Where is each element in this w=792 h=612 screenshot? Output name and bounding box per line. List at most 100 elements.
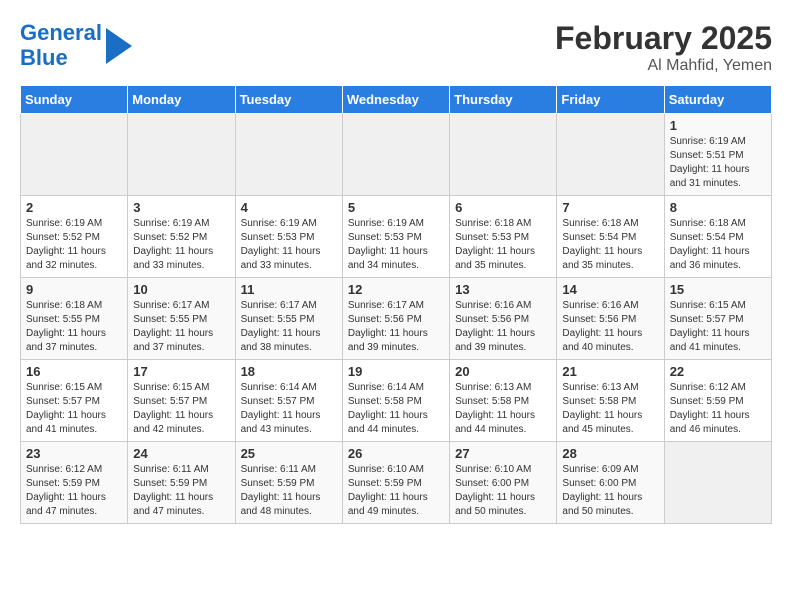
- calendar-week-row: 2 Sunrise: 6:19 AMSunset: 5:52 PMDaylight…: [21, 196, 772, 278]
- day-number: 25: [241, 446, 337, 461]
- calendar-cell: 6 Sunrise: 6:18 AMSunset: 5:53 PMDaylight…: [450, 196, 557, 278]
- cell-content: Sunrise: 6:18 AMSunset: 5:55 PMDaylight:…: [26, 299, 122, 355]
- calendar-cell: 5 Sunrise: 6:19 AMSunset: 5:53 PMDaylight…: [342, 196, 449, 278]
- day-number: 14: [562, 282, 658, 297]
- cell-content: Sunrise: 6:18 AMSunset: 5:53 PMDaylight:…: [455, 217, 551, 273]
- day-number: 17: [133, 364, 229, 379]
- cell-content: Sunrise: 6:13 AMSunset: 5:58 PMDaylight:…: [562, 381, 658, 437]
- logo-text: General Blue: [20, 20, 102, 71]
- cell-content: Sunrise: 6:10 AMSunset: 5:59 PMDaylight:…: [348, 463, 444, 519]
- day-number: 11: [241, 282, 337, 297]
- calendar-week-row: 9 Sunrise: 6:18 AMSunset: 5:55 PMDaylight…: [21, 278, 772, 360]
- cell-content: Sunrise: 6:14 AMSunset: 5:57 PMDaylight:…: [241, 381, 337, 437]
- calendar-cell: 7Sunrise: 6:18 AMSunset: 5:54 PMDaylight…: [557, 196, 664, 278]
- calendar-cell: 22 Sunrise: 6:12 AMSunset: 5:59 PMDayligh…: [664, 360, 771, 442]
- calendar-cell: 8 Sunrise: 6:18 AMSunset: 5:54 PMDaylight…: [664, 196, 771, 278]
- cell-content: Sunrise: 6:15 AMSunset: 5:57 PMDaylight:…: [26, 381, 122, 437]
- calendar-cell: 26 Sunrise: 6:10 AMSunset: 5:59 PMDayligh…: [342, 442, 449, 524]
- day-number: 18: [241, 364, 337, 379]
- cell-content: Sunrise: 6:19 AMSunset: 5:53 PMDaylight:…: [348, 217, 444, 273]
- day-number: 3: [133, 200, 229, 215]
- calendar-body: 1 Sunrise: 6:19 AMSunset: 5:51 PMDaylight…: [21, 114, 772, 524]
- cell-content: Sunrise: 6:18 AMSunset: 5:54 PMDaylight:…: [670, 217, 766, 273]
- day-number: 6: [455, 200, 551, 215]
- cell-content: Sunrise: 6:09 AMSunset: 6:00 PMDaylight:…: [562, 463, 658, 519]
- page-header: General Blue February 2025 Al Mahfid, Ye…: [20, 20, 772, 75]
- calendar-cell: 10 Sunrise: 6:17 AMSunset: 5:55 PMDayligh…: [128, 278, 235, 360]
- calendar-cell: 14Sunrise: 6:16 AMSunset: 5:56 PMDayligh…: [557, 278, 664, 360]
- calendar-cell: 9 Sunrise: 6:18 AMSunset: 5:55 PMDaylight…: [21, 278, 128, 360]
- calendar-cell: 15 Sunrise: 6:15 AMSunset: 5:57 PMDayligh…: [664, 278, 771, 360]
- day-number: 2: [26, 200, 122, 215]
- calendar-cell: 21 Sunrise: 6:13 AMSunset: 5:58 PMDayligh…: [557, 360, 664, 442]
- header-day: Thursday: [450, 86, 557, 114]
- day-number: 8: [670, 200, 766, 215]
- day-number: 23: [26, 446, 122, 461]
- cell-content: Sunrise: 6:11 AMSunset: 5:59 PMDaylight:…: [133, 463, 229, 519]
- day-number: 15: [670, 282, 766, 297]
- day-number: 16: [26, 364, 122, 379]
- day-number: 10: [133, 282, 229, 297]
- logo-general: General: [20, 20, 102, 45]
- cell-content: Sunrise: 6:14 AMSunset: 5:58 PMDaylight:…: [348, 381, 444, 437]
- header-day: Saturday: [664, 86, 771, 114]
- calendar-cell: 4 Sunrise: 6:19 AMSunset: 5:53 PMDaylight…: [235, 196, 342, 278]
- cell-content: Sunrise: 6:19 AMSunset: 5:51 PMDaylight:…: [670, 135, 766, 191]
- cell-content: Sunrise: 6:19 AMSunset: 5:53 PMDaylight:…: [241, 217, 337, 273]
- calendar-cell: [235, 114, 342, 196]
- cell-content: Sunrise: 6:17 AMSunset: 5:55 PMDaylight:…: [133, 299, 229, 355]
- header-day: Monday: [128, 86, 235, 114]
- day-number: 1: [670, 118, 766, 133]
- calendar-cell: 2Sunrise: 6:19 AMSunset: 5:52 PMDaylight…: [21, 196, 128, 278]
- day-number: 12: [348, 282, 444, 297]
- day-number: 13: [455, 282, 551, 297]
- day-number: 28: [562, 446, 658, 461]
- cell-content: Sunrise: 6:17 AMSunset: 5:56 PMDaylight:…: [348, 299, 444, 355]
- day-number: 20: [455, 364, 551, 379]
- calendar-week-row: 16 Sunrise: 6:15 AMSunset: 5:57 PMDayligh…: [21, 360, 772, 442]
- calendar-cell: [664, 442, 771, 524]
- calendar-cell: 25 Sunrise: 6:11 AMSunset: 5:59 PMDayligh…: [235, 442, 342, 524]
- cell-content: Sunrise: 6:17 AMSunset: 5:55 PMDaylight:…: [241, 299, 337, 355]
- calendar-cell: 24Sunrise: 6:11 AMSunset: 5:59 PMDayligh…: [128, 442, 235, 524]
- calendar-week-row: 1 Sunrise: 6:19 AMSunset: 5:51 PMDaylight…: [21, 114, 772, 196]
- day-number: 26: [348, 446, 444, 461]
- calendar-header: SundayMondayTuesdayWednesdayThursdayFrid…: [21, 86, 772, 114]
- cell-content: Sunrise: 6:12 AMSunset: 5:59 PMDaylight:…: [670, 381, 766, 437]
- header-day: Wednesday: [342, 86, 449, 114]
- calendar-week-row: 23 Sunrise: 6:12 AMSunset: 5:59 PMDayligh…: [21, 442, 772, 524]
- header-day: Sunday: [21, 86, 128, 114]
- calendar-cell: 27Sunrise: 6:10 AMSunset: 6:00 PMDayligh…: [450, 442, 557, 524]
- calendar-cell: 17Sunrise: 6:15 AMSunset: 5:57 PMDayligh…: [128, 360, 235, 442]
- day-number: 22: [670, 364, 766, 379]
- day-number: 21: [562, 364, 658, 379]
- calendar-cell: [450, 114, 557, 196]
- calendar-cell: 12 Sunrise: 6:17 AMSunset: 5:56 PMDayligh…: [342, 278, 449, 360]
- calendar-cell: 18 Sunrise: 6:14 AMSunset: 5:57 PMDayligh…: [235, 360, 342, 442]
- logo: General Blue: [20, 20, 132, 71]
- calendar-cell: 13Sunrise: 6:16 AMSunset: 5:56 PMDayligh…: [450, 278, 557, 360]
- cell-content: Sunrise: 6:11 AMSunset: 5:59 PMDaylight:…: [241, 463, 337, 519]
- cell-content: Sunrise: 6:13 AMSunset: 5:58 PMDaylight:…: [455, 381, 551, 437]
- day-number: 9: [26, 282, 122, 297]
- cell-content: Sunrise: 6:19 AMSunset: 5:52 PMDaylight:…: [133, 217, 229, 273]
- header-row: SundayMondayTuesdayWednesdayThursdayFrid…: [21, 86, 772, 114]
- day-number: 4: [241, 200, 337, 215]
- month-title: February 2025: [555, 20, 772, 57]
- calendar-cell: 11 Sunrise: 6:17 AMSunset: 5:55 PMDayligh…: [235, 278, 342, 360]
- day-number: 19: [348, 364, 444, 379]
- cell-content: Sunrise: 6:15 AMSunset: 5:57 PMDaylight:…: [670, 299, 766, 355]
- logo-blue: Blue: [20, 45, 68, 70]
- cell-content: Sunrise: 6:12 AMSunset: 5:59 PMDaylight:…: [26, 463, 122, 519]
- calendar-cell: 23 Sunrise: 6:12 AMSunset: 5:59 PMDayligh…: [21, 442, 128, 524]
- logo-arrow-icon: [106, 28, 132, 64]
- day-number: 5: [348, 200, 444, 215]
- calendar-cell: 20 Sunrise: 6:13 AMSunset: 5:58 PMDayligh…: [450, 360, 557, 442]
- calendar-cell: 1 Sunrise: 6:19 AMSunset: 5:51 PMDaylight…: [664, 114, 771, 196]
- calendar-cell: 28 Sunrise: 6:09 AMSunset: 6:00 PMDayligh…: [557, 442, 664, 524]
- title-block: February 2025 Al Mahfid, Yemen: [555, 20, 772, 75]
- day-number: 27: [455, 446, 551, 461]
- calendar-cell: [557, 114, 664, 196]
- calendar-cell: [342, 114, 449, 196]
- calendar-cell: 3 Sunrise: 6:19 AMSunset: 5:52 PMDaylight…: [128, 196, 235, 278]
